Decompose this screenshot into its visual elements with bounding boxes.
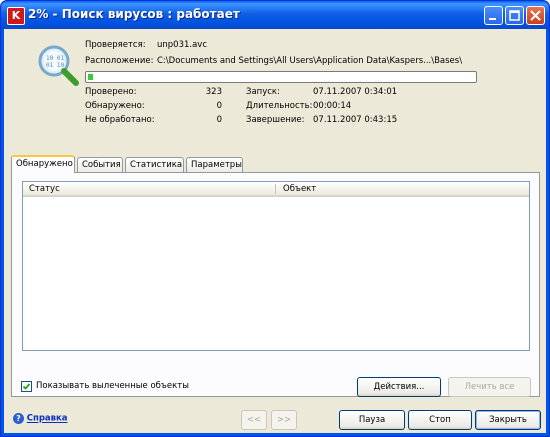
found-value: 0 [216,101,222,111]
tab-statistics[interactable]: Статистика [125,157,184,172]
show-cured-checkbox[interactable] [21,381,32,392]
minimize-button[interactable] [484,6,503,25]
scan-window: K 2% - Поиск вирусов : работает 10 01 01… [0,0,550,437]
checkmark-icon [22,383,31,390]
current-file-label: Проверяется: [85,40,146,50]
actions-button[interactable]: Действия... [357,377,441,397]
location-label: Расположение: [85,56,154,66]
start-time-label: Запуск: [246,87,280,97]
checked-value: 323 [205,87,222,97]
previous-button[interactable]: << [241,410,267,430]
next-button[interactable]: >> [271,410,297,430]
column-header-status[interactable]: Статус [29,184,60,194]
window-body: 10 01 01 10 Проверяется: unp031.avc Расп… [4,29,546,433]
start-time-value: 07.11.2007 0:34:01 [313,87,398,97]
tab-panel-detected: Статус Объект Показывать вылеченные объе… [11,172,540,397]
maximize-button[interactable] [505,6,524,25]
scan-progress-bar [85,71,477,83]
end-time-label: Завершение: [246,115,305,125]
column-divider[interactable] [275,184,276,194]
unprocessed-label: Не обработано: [85,115,155,125]
tab-events[interactable]: События [77,157,123,172]
tab-detected[interactable]: Обнаружено [11,155,75,173]
svg-text:01 10: 01 10 [46,62,64,69]
help-icon: ? [13,413,24,424]
window-title: 2% - Поиск вирусов : работает [28,7,240,21]
minimize-icon [489,18,496,20]
tab-parameters[interactable]: Параметры [186,157,243,172]
kaspersky-app-icon: K [7,7,25,25]
column-header-object[interactable]: Объект [283,184,316,194]
svg-text:10 01: 10 01 [46,55,64,62]
close-button[interactable]: Закрыть [475,410,541,430]
close-window-button[interactable] [526,6,545,25]
help-link-area[interactable]: ? Справка [13,413,68,424]
found-label: Обнаружено: [85,101,145,111]
end-time-value: 07.11.2007 0:43:15 [313,115,398,125]
magnifier-scan-icon: 10 01 01 10 [38,45,79,86]
cure-all-button[interactable]: Лечить все [448,377,531,397]
title-bar[interactable]: K 2% - Поиск вирусов : работает [1,1,549,29]
stop-button[interactable]: Стоп [408,410,472,430]
help-link[interactable]: Справка [27,414,68,424]
detected-objects-list[interactable]: Статус Объект [22,181,530,351]
close-icon [530,10,541,21]
progress-block [88,74,93,80]
checked-label: Проверено: [85,87,137,97]
duration-value: 00:00:14 [313,101,352,111]
list-header: Статус Объект [23,182,529,197]
maximize-icon [509,10,520,21]
pause-button[interactable]: Пауза [339,410,405,430]
duration-label: Длительность: [246,101,313,111]
unprocessed-value: 0 [216,115,222,125]
show-cured-label[interactable]: Показывать вылеченные объекты [36,381,189,391]
location-value: C:\Documents and Settings\All Users\Appl… [157,56,463,66]
current-file-value: unp031.avc [157,40,208,50]
